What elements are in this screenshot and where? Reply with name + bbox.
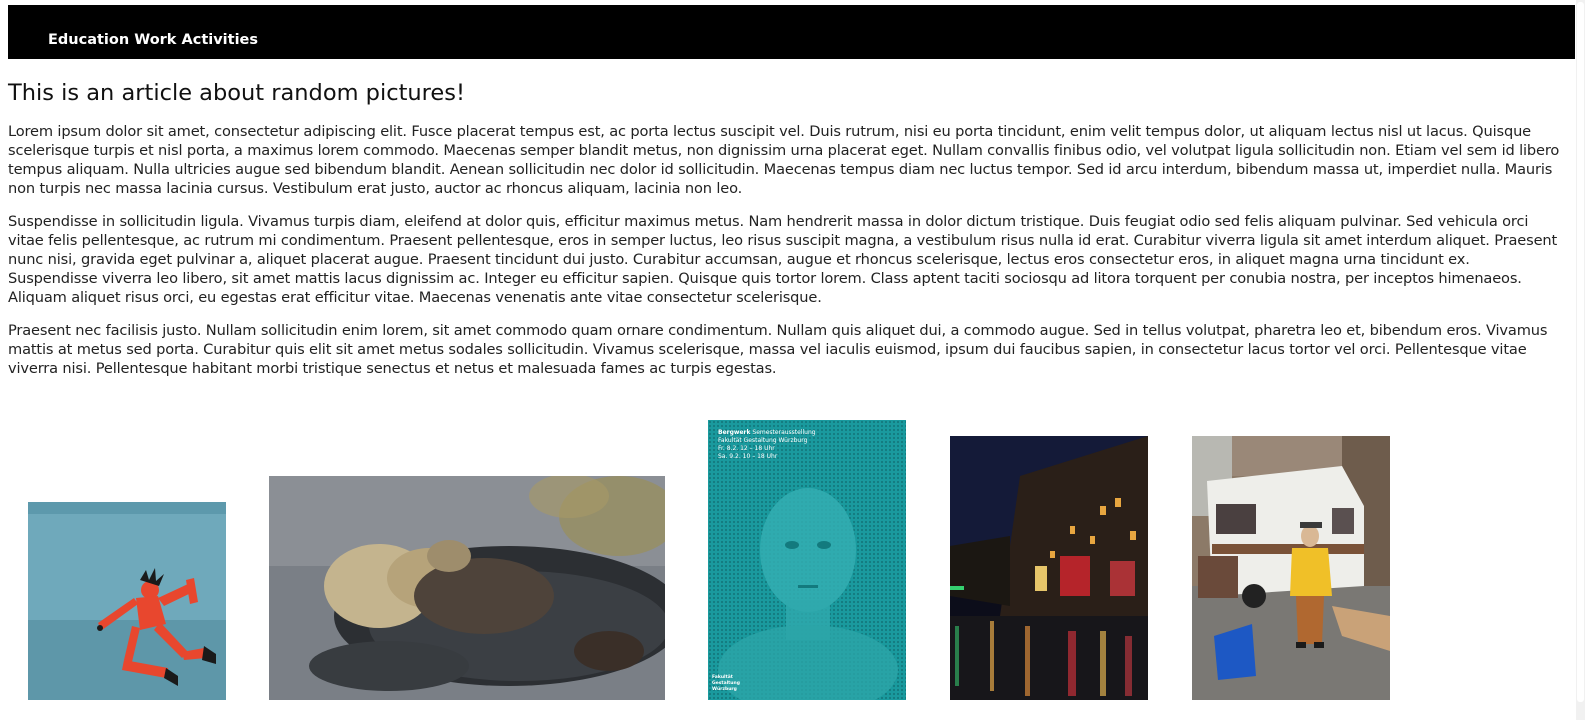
article-paragraph-2: Suspendisse in sollicitudin ligula. Viva… <box>8 213 1558 306</box>
article-paragraph-1: Lorem ipsum dolor sit amet, consectetur … <box>8 123 1560 197</box>
nav-link-education-work-activities[interactable]: Education Work Activities <box>48 32 258 48</box>
article: This is an article about random pictures… <box>8 78 1560 392</box>
svg-text:Fakultät Gestaltung Würzburg: Fakultät Gestaltung Würzburg <box>718 437 808 444</box>
svg-text:Fr. 8.2. 12 – 18 Uhr: Fr. 8.2. 12 – 18 Uhr <box>718 445 775 452</box>
svg-text:Fakultät: Fakultät <box>712 674 734 680</box>
picture-exhibition-poster: Bergwerk Semesterausstellung Fakultät Ge… <box>708 420 906 700</box>
article-paragraph-3: Praesent nec facilisis justo. Nullam sol… <box>8 322 1548 377</box>
vertical-scrollbar[interactable] <box>1576 0 1585 720</box>
picture-caravan-person <box>1192 436 1390 700</box>
svg-text:Sa. 9.2. 10 – 18 Uhr: Sa. 9.2. 10 – 18 Uhr <box>718 453 778 460</box>
svg-text:Bergwerk Semesterausstellung: Bergwerk Semesterausstellung <box>718 429 816 436</box>
scrollbar-thumb[interactable] <box>1577 2 1584 702</box>
top-navbar: Education Work Activities <box>8 5 1575 59</box>
picture-night-canal <box>950 436 1148 700</box>
picture-sea-otters <box>269 476 665 700</box>
svg-text:Würzburg: Würzburg <box>712 686 737 692</box>
article-title: This is an article about random pictures… <box>8 80 465 106</box>
svg-text:Gestaltung: Gestaltung <box>712 680 740 686</box>
picture-falling-figure <box>28 502 226 700</box>
